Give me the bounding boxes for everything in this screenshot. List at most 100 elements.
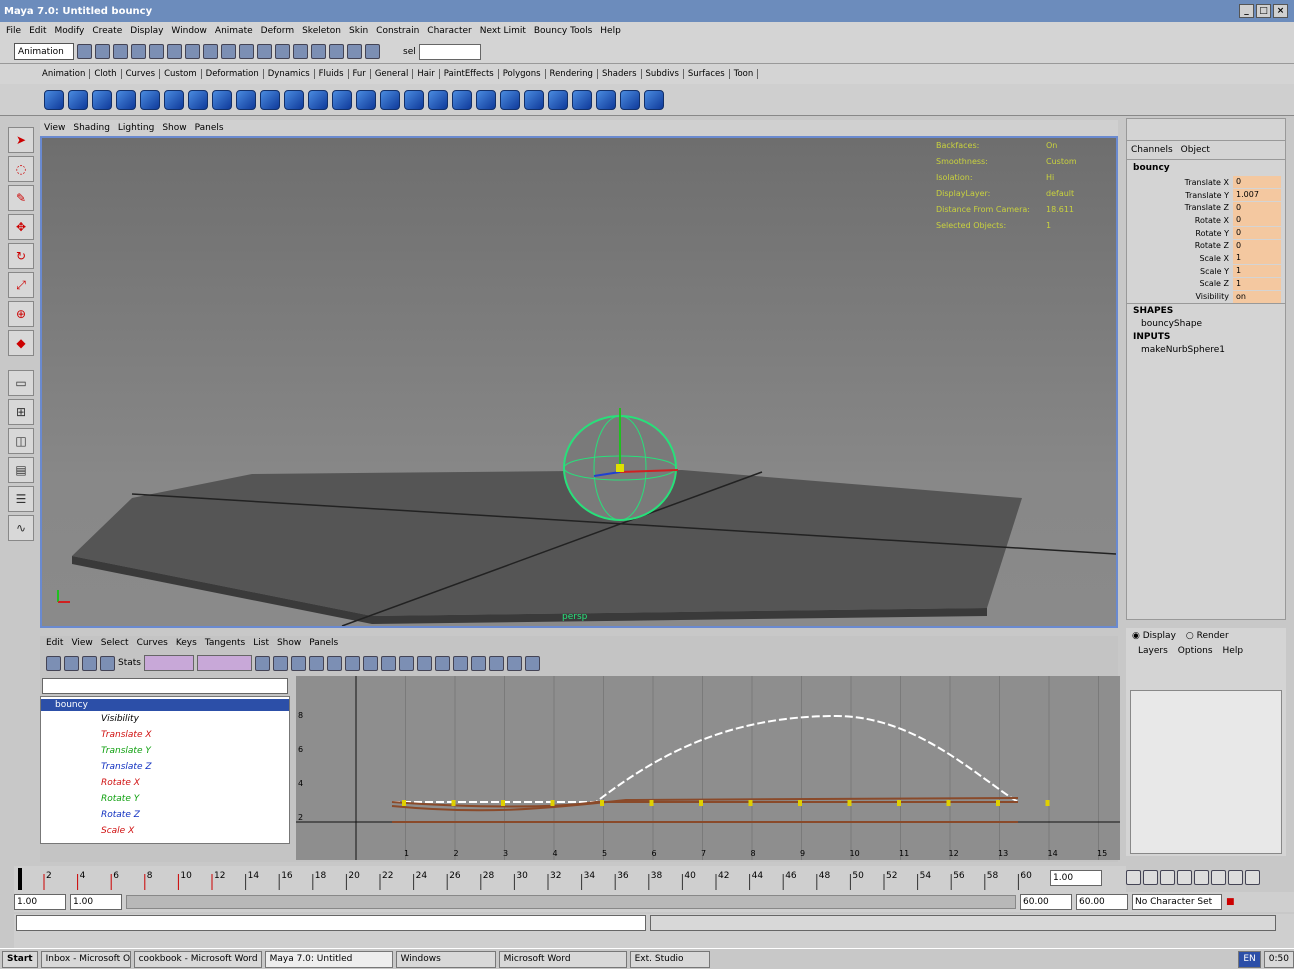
input-node[interactable]: makeNurbSphere1 [1127,344,1285,356]
shape-node[interactable]: bouncyShape [1127,318,1285,330]
outliner-channel-item[interactable]: Translate Y [41,743,289,759]
time-slider[interactable]: 2 4 6 8 10 12 14 16 18 20 22 24 26 28 30 32 34 36 38 40 42 44… [14,866,1126,892]
outliner-layout-icon[interactable]: ☰ [8,486,34,512]
character-set-dropdown[interactable]: No Character Set [1132,894,1222,910]
rotate-curve[interactable] [391,797,1019,812]
range-bar[interactable] [126,895,1016,909]
lasso-tool-icon[interactable]: ◌ [8,156,34,182]
play-backwards-icon[interactable] [1177,870,1192,885]
rotate-tool-icon[interactable]: ↻ [8,243,34,269]
graph-menu-select[interactable]: Select [101,638,129,650]
current-time-marker[interactable] [18,868,22,890]
planar-icon[interactable] [236,89,256,110]
taskbar-item-outlook[interactable]: Inbox - Microsoft Outlook [40,950,131,968]
render-icon[interactable] [275,44,290,59]
graph-menu-list[interactable]: List [253,638,269,650]
post-infinity-icon[interactable] [506,655,522,671]
keyframe[interactable] [501,800,505,806]
menu-set-dropdown[interactable]: Animation [14,43,74,60]
graph-canvas[interactable]: 8642 1 2 3 4 5 6 7 8 9 10 11 12 13 14 15 [296,676,1149,860]
viewport-menu-lighting[interactable]: Lighting [118,123,154,133]
outliner-root-item[interactable]: bouncy [41,699,289,711]
outliner-channel-item[interactable]: Scale X [41,823,289,839]
snap-curve-icon[interactable] [203,44,218,59]
plateau-tangent-icon[interactable] [380,655,396,671]
graph-menu-edit[interactable]: Edit [46,638,63,650]
channel-scale-x[interactable]: Scale X1 [1127,252,1281,265]
shelf-tab-toon[interactable]: Toon [730,69,759,79]
revolve-icon[interactable] [188,89,208,110]
nurbs-torus-icon[interactable] [164,89,184,110]
menu-modify[interactable]: Modify [55,26,85,36]
fillet-icon[interactable] [644,89,664,110]
channel-rotate-y[interactable]: Rotate Y0 [1127,227,1281,240]
scale-tool-icon[interactable]: ⤢ [8,272,34,298]
shelf-tab-surfaces[interactable]: Surfaces [684,69,730,79]
viewport-menu-panels[interactable]: Panels [195,123,224,133]
keyframe[interactable] [996,800,1000,806]
buffer-curve-icon[interactable] [398,655,414,671]
display-layer-radio[interactable]: ◉ Display [1132,631,1176,641]
menu-constrain[interactable]: Constrain [376,26,419,36]
translate-y-curve[interactable] [392,714,1019,803]
shelf-tab-hair[interactable]: Hair [413,69,440,79]
loft-icon[interactable] [212,89,232,110]
graph-menu-show[interactable]: Show [277,638,301,650]
lattice-key-icon[interactable] [100,655,115,671]
taskbar-item-studio[interactable]: Ext. Studio [629,950,710,968]
taskbar-item-word[interactable]: Microsoft Word [498,950,627,968]
perspective-viewport[interactable]: Backfaces: Smoothness: Isolation: Displa… [40,136,1118,628]
layers-menu[interactable]: Layers [1138,646,1168,656]
outliner-channel-item[interactable]: Translate Z [41,759,289,775]
menu-skin[interactable]: Skin [349,26,368,36]
outliner-channel-item[interactable]: Translate X [41,727,289,743]
menu-file[interactable]: File [6,26,21,36]
persp-graph-layout-icon[interactable]: ▤ [8,457,34,483]
viewport-menu-shading[interactable]: Shading [73,123,110,133]
rebuild-icon[interactable] [572,89,592,110]
select-tool-icon[interactable]: ➤ [8,127,34,153]
nurbs-cone-icon[interactable] [116,89,136,110]
align-surfaces-icon[interactable] [524,89,544,110]
nurbs-cube-icon[interactable] [68,89,88,110]
graph-layout-icon[interactable]: ∿ [8,515,34,541]
open-dope-sheet-icon[interactable] [524,655,540,671]
project-curve-icon[interactable] [452,89,472,110]
options-menu[interactable]: Options [1178,646,1213,656]
nurbs-sphere-icon[interactable] [44,89,64,110]
open-close-icon[interactable] [548,89,568,110]
channel-scale-y[interactable]: Scale Y1 [1127,265,1281,278]
shelf-tab-curves[interactable]: Curves [122,69,161,79]
render-layer-radio[interactable]: ○ Render [1186,631,1229,641]
shelf-tab-rendering[interactable]: Rendering [546,69,598,79]
keyframe[interactable] [748,800,753,806]
paint-select-tool-icon[interactable]: ✎ [8,185,34,211]
lock-weight-icon[interactable] [470,655,486,671]
channel-translate-z[interactable]: Translate Z0 [1127,201,1281,214]
square-surface-icon[interactable] [332,89,352,110]
menu-character[interactable]: Character [427,26,471,36]
reverse-direction-icon[interactable] [596,89,616,110]
taskbar-item-maya[interactable]: Maya 7.0: Untitled [264,950,393,968]
break-tangent-icon[interactable] [416,655,432,671]
menu-animate[interactable]: Animate [215,26,253,36]
viewport-menu-show[interactable]: Show [162,123,186,133]
shelf-tab-painteffects[interactable]: PaintEffects [440,69,499,79]
keyframe[interactable] [847,800,852,806]
bevel-icon[interactable] [356,89,376,110]
menu-bouncy-tools[interactable]: Bouncy Tools [534,26,592,36]
snap-point-icon[interactable] [221,44,236,59]
step-back-key-icon[interactable] [1160,870,1175,885]
outliner-channel-item[interactable]: Visibility [41,711,289,727]
taskbar-item-word-doc[interactable]: cookbook - Microsoft Word [133,950,262,968]
graph-menu-view[interactable]: View [71,638,92,650]
shelf-tab-fluids[interactable]: Fluids [315,69,349,79]
help-menu[interactable]: Help [1223,646,1244,656]
select-object-icon[interactable] [149,44,164,59]
key-value-field[interactable] [196,655,252,671]
show-tool-settings-icon[interactable] [347,44,362,59]
spline-tangent-icon[interactable] [290,655,306,671]
maximize-button[interactable]: □ [1256,4,1271,18]
move-key-icon[interactable] [46,655,61,671]
free-weight-icon[interactable] [452,655,468,671]
